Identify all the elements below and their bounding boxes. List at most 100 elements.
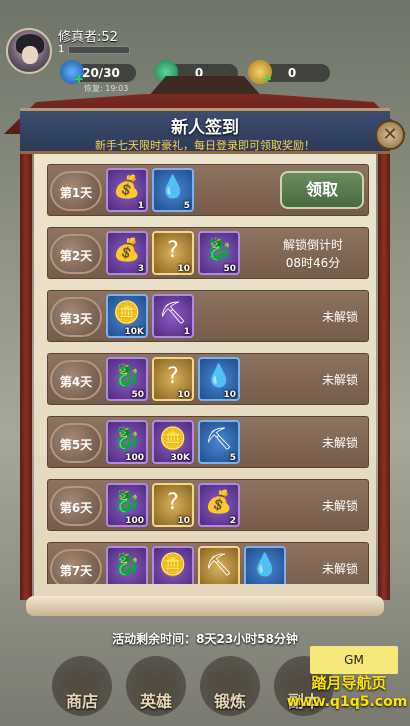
unlock-countdown: 解锁倒计时 08时46分 — [282, 238, 343, 270]
reward-item[interactable]: ⛏ 5 — [198, 420, 240, 464]
mystery-scroll-icon: ? — [167, 364, 179, 389]
reward-item[interactable]: 🪙 — [152, 546, 194, 584]
gold-coin-icon: 🪙 — [159, 553, 187, 578]
jade-dragon-icon: 🐉 — [113, 427, 141, 452]
reward-quantity: 1 — [183, 327, 190, 337]
nav-heroes-label: 英雄 — [139, 692, 172, 711]
stamina-value: 20/30 — [82, 66, 120, 80]
reward-quantity: 1 — [137, 201, 144, 211]
nav-heroes[interactable]: 英雄 — [126, 656, 186, 716]
day-badge: 第6天 — [50, 486, 102, 526]
day-badge: 第5天 — [50, 423, 102, 463]
reward-quantity: 10 — [177, 264, 190, 274]
reward-quantity: 5 — [229, 453, 236, 463]
gm-button[interactable]: GM — [310, 646, 398, 674]
reward-quantity: 100 — [125, 516, 144, 526]
stamina-resource[interactable]: + 20/30 — [60, 60, 136, 86]
reward-item[interactable]: 💰 1 — [106, 168, 148, 212]
locked-status: 未解锁 — [321, 310, 358, 324]
day-badge: 第4天 — [50, 360, 102, 400]
player-level: 1 — [58, 44, 65, 55]
reward-item[interactable]: ? 10 — [152, 231, 194, 275]
player-avatar[interactable] — [6, 28, 52, 74]
reward-item[interactable]: 🐉 — [106, 546, 148, 584]
nav-shop[interactable]: 商店 — [52, 656, 112, 716]
coin-value: 0 — [287, 66, 297, 80]
reward-item[interactable]: 🪙 10K — [106, 294, 148, 338]
day-label: 第4天 — [59, 375, 93, 389]
reward-item[interactable]: 🐉 50 — [106, 357, 148, 401]
jade-dragon-icon: 🐉 — [205, 238, 233, 263]
jade-dragon-icon: 🐉 — [113, 490, 141, 515]
jade-dragon-icon: 🐉 — [113, 553, 141, 578]
signin-row-day-3: 第3天 🪙 10K ⛏ 1 未解锁 — [47, 290, 369, 342]
signin-row-day-6: 第6天 🐉 100? 10 💰 2 未解锁 — [47, 479, 369, 531]
nav-training[interactable]: 锻炼 — [200, 656, 260, 716]
day-label: 第3天 — [59, 312, 93, 326]
money-bag-icon: 💰 — [113, 238, 141, 263]
player-name: 修真者:52 — [58, 30, 118, 45]
reward-item[interactable]: ⛏ 1 — [152, 294, 194, 338]
reward-quantity: 50 — [131, 390, 144, 400]
nav-training-label: 锻炼 — [213, 692, 246, 711]
xp-bar — [68, 46, 130, 54]
signin-row-day-1: 第1天 💰 1 💧 5 领取 — [47, 164, 369, 216]
scroll-roller — [26, 596, 384, 616]
close-icon[interactable]: ✕ — [375, 120, 405, 150]
money-bag-icon: 💰 — [113, 175, 141, 200]
signin-row-day-7: 第7天 🐉 🪙 ⛏ 💧 未解锁 — [47, 542, 369, 584]
coin-resource[interactable]: + 0 — [248, 60, 330, 86]
mystery-scroll-icon: ? — [167, 238, 179, 263]
reward-quantity: 30K — [170, 453, 191, 463]
day-badge: 第1天 — [50, 171, 102, 211]
right-pillar — [378, 150, 390, 600]
reward-item[interactable]: 🐉 100 — [106, 420, 148, 464]
dialog-title: 新人签到 — [171, 118, 239, 138]
nav-shop-label: 商店 — [65, 692, 98, 711]
shovel-icon: ⛏ — [205, 553, 233, 578]
reward-item[interactable]: 🐉 100 — [106, 483, 148, 527]
dialog-header: 新人签到 新手七天限时豪礼，每日登录即可领取奖励！ — [20, 108, 390, 154]
reward-item[interactable]: ⛏ — [198, 546, 240, 584]
day-label: 第5天 — [59, 438, 93, 452]
reward-item[interactable]: 🐉 50 — [198, 231, 240, 275]
day-badge: 第2天 — [50, 234, 102, 274]
claim-button[interactable]: 领取 — [280, 171, 364, 209]
day-label: 第7天 — [59, 564, 93, 578]
reward-quantity: 3 — [137, 264, 144, 274]
reward-quantity: 10 — [223, 390, 236, 400]
day-label: 第1天 — [59, 186, 93, 200]
shovel-icon: ⛏ — [205, 427, 233, 452]
stamina-drop-icon: 💧 — [159, 175, 187, 200]
locked-status: 未解锁 — [321, 499, 358, 513]
signin-list: 第1天 💰 1 💧 5 领取 第2天 💰 3? 10 🐉 50 解锁倒计时 08时46分 第3天 🪙 10K ⛏… — [47, 164, 369, 584]
reward-quantity: 5 — [183, 201, 190, 211]
reward-quantity: 10 — [177, 516, 190, 526]
signin-row-day-2: 第2天 💰 3? 10 🐉 50 解锁倒计时 08时46分 — [47, 227, 369, 279]
reward-item[interactable]: ? 10 — [152, 483, 194, 527]
day-badge: 第7天 — [50, 549, 102, 584]
left-pillar — [20, 150, 32, 600]
reward-quantity: 10K — [124, 327, 145, 337]
reward-item[interactable]: 💰 2 — [198, 483, 240, 527]
dialog-subtitle: 新手七天限时豪礼，每日登录即可领取奖励！ — [95, 139, 315, 152]
activity-remaining-time: 活动剩余时间：8天23小时58分钟 — [112, 632, 298, 646]
locked-status: 未解锁 — [321, 373, 358, 387]
mystery-scroll-icon: ? — [167, 490, 179, 515]
watermark-url: www.q1q5.com — [286, 694, 408, 710]
reward-item[interactable]: 💰 3 — [106, 231, 148, 275]
locked-status: 未解锁 — [321, 562, 358, 576]
reward-item[interactable]: ? 10 — [152, 357, 194, 401]
reward-item[interactable]: 💧 5 — [152, 168, 194, 212]
day-label: 第2天 — [59, 249, 93, 263]
reward-quantity: 2 — [229, 516, 236, 526]
gold-coin-icon: 🪙 — [159, 427, 187, 452]
reward-quantity: 50 — [223, 264, 236, 274]
signin-row-day-5: 第5天 🐉 100 🪙 30K ⛏ 5 未解锁 — [47, 416, 369, 468]
reward-item[interactable]: 🪙 30K — [152, 420, 194, 464]
watermark-title: 踏月导航页 — [311, 674, 387, 692]
reward-item[interactable]: 💧 10 — [198, 357, 240, 401]
day-badge: 第3天 — [50, 297, 102, 337]
money-bag-icon: 💰 — [205, 490, 233, 515]
shovel-icon: ⛏ — [159, 301, 187, 326]
